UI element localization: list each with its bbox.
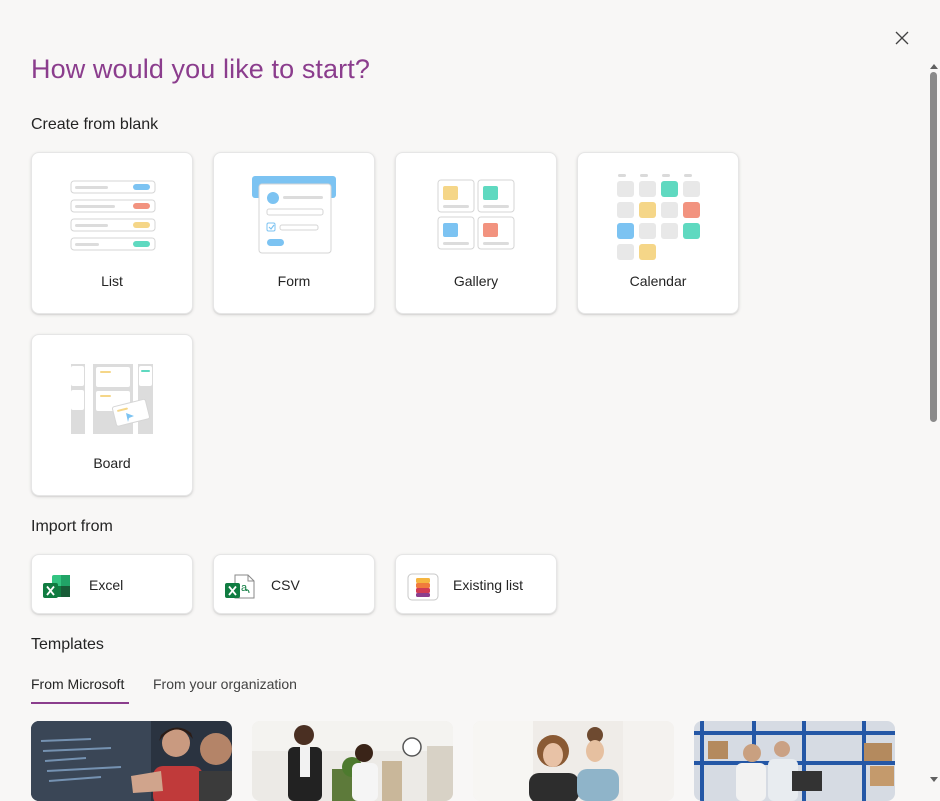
form-illustration [252,176,336,254]
import-from-heading: Import from [31,518,113,535]
tab-from-microsoft[interactable]: From Microsoft [31,676,124,692]
scroll-up-arrow-icon[interactable] [929,62,939,70]
calendar-card[interactable]: Calendar [577,152,739,314]
close-icon [895,31,909,45]
svg-text:a: a [241,582,248,594]
template-thumbnail[interactable] [31,721,232,801]
colleagues-photo [473,721,674,801]
import-excel-label: Excel [89,577,124,593]
templates-heading: Templates [31,636,104,653]
scroll-down-arrow-icon[interactable] [929,776,939,784]
gallery-card-label: Gallery [453,273,499,289]
board-card[interactable]: Board [31,334,193,496]
office-meeting-photo [252,721,453,801]
active-tab-indicator [31,702,129,704]
template-thumbnail[interactable] [252,721,453,801]
scrollbar-thumb[interactable] [930,72,937,422]
form-card[interactable]: Form [213,152,375,314]
import-csv-button[interactable]: a CSV [213,554,375,614]
create-from-blank-heading: Create from blank [31,116,159,133]
csv-icon: a [225,574,255,599]
tab-from-your-organization[interactable]: From your organization [153,676,297,692]
excel-icon [43,575,70,598]
form-card-label: Form [277,273,311,289]
import-existing-list-button[interactable]: Existing list [395,554,557,614]
calendar-illustration [617,174,700,260]
existing-list-icon [407,573,439,601]
list-illustration [70,180,156,251]
warehouse-photo [694,721,895,801]
import-excel-button[interactable]: Excel [31,554,193,614]
gallery-illustration [437,179,515,250]
board-card-label: Board [93,455,131,471]
gallery-card[interactable]: Gallery [395,152,557,314]
calendar-card-label: Calendar [629,273,687,289]
developer-photo [31,721,232,801]
import-csv-label: CSV [271,577,300,593]
board-illustration [71,364,153,434]
list-card[interactable]: List [31,152,193,314]
template-thumbnail[interactable] [694,721,895,801]
close-button[interactable] [891,27,913,49]
dialog-title: How would you like to start? [31,54,370,84]
import-existing-list-label: Existing list [453,577,524,593]
template-thumbnail[interactable] [473,721,674,801]
list-card-label: List [101,273,123,289]
